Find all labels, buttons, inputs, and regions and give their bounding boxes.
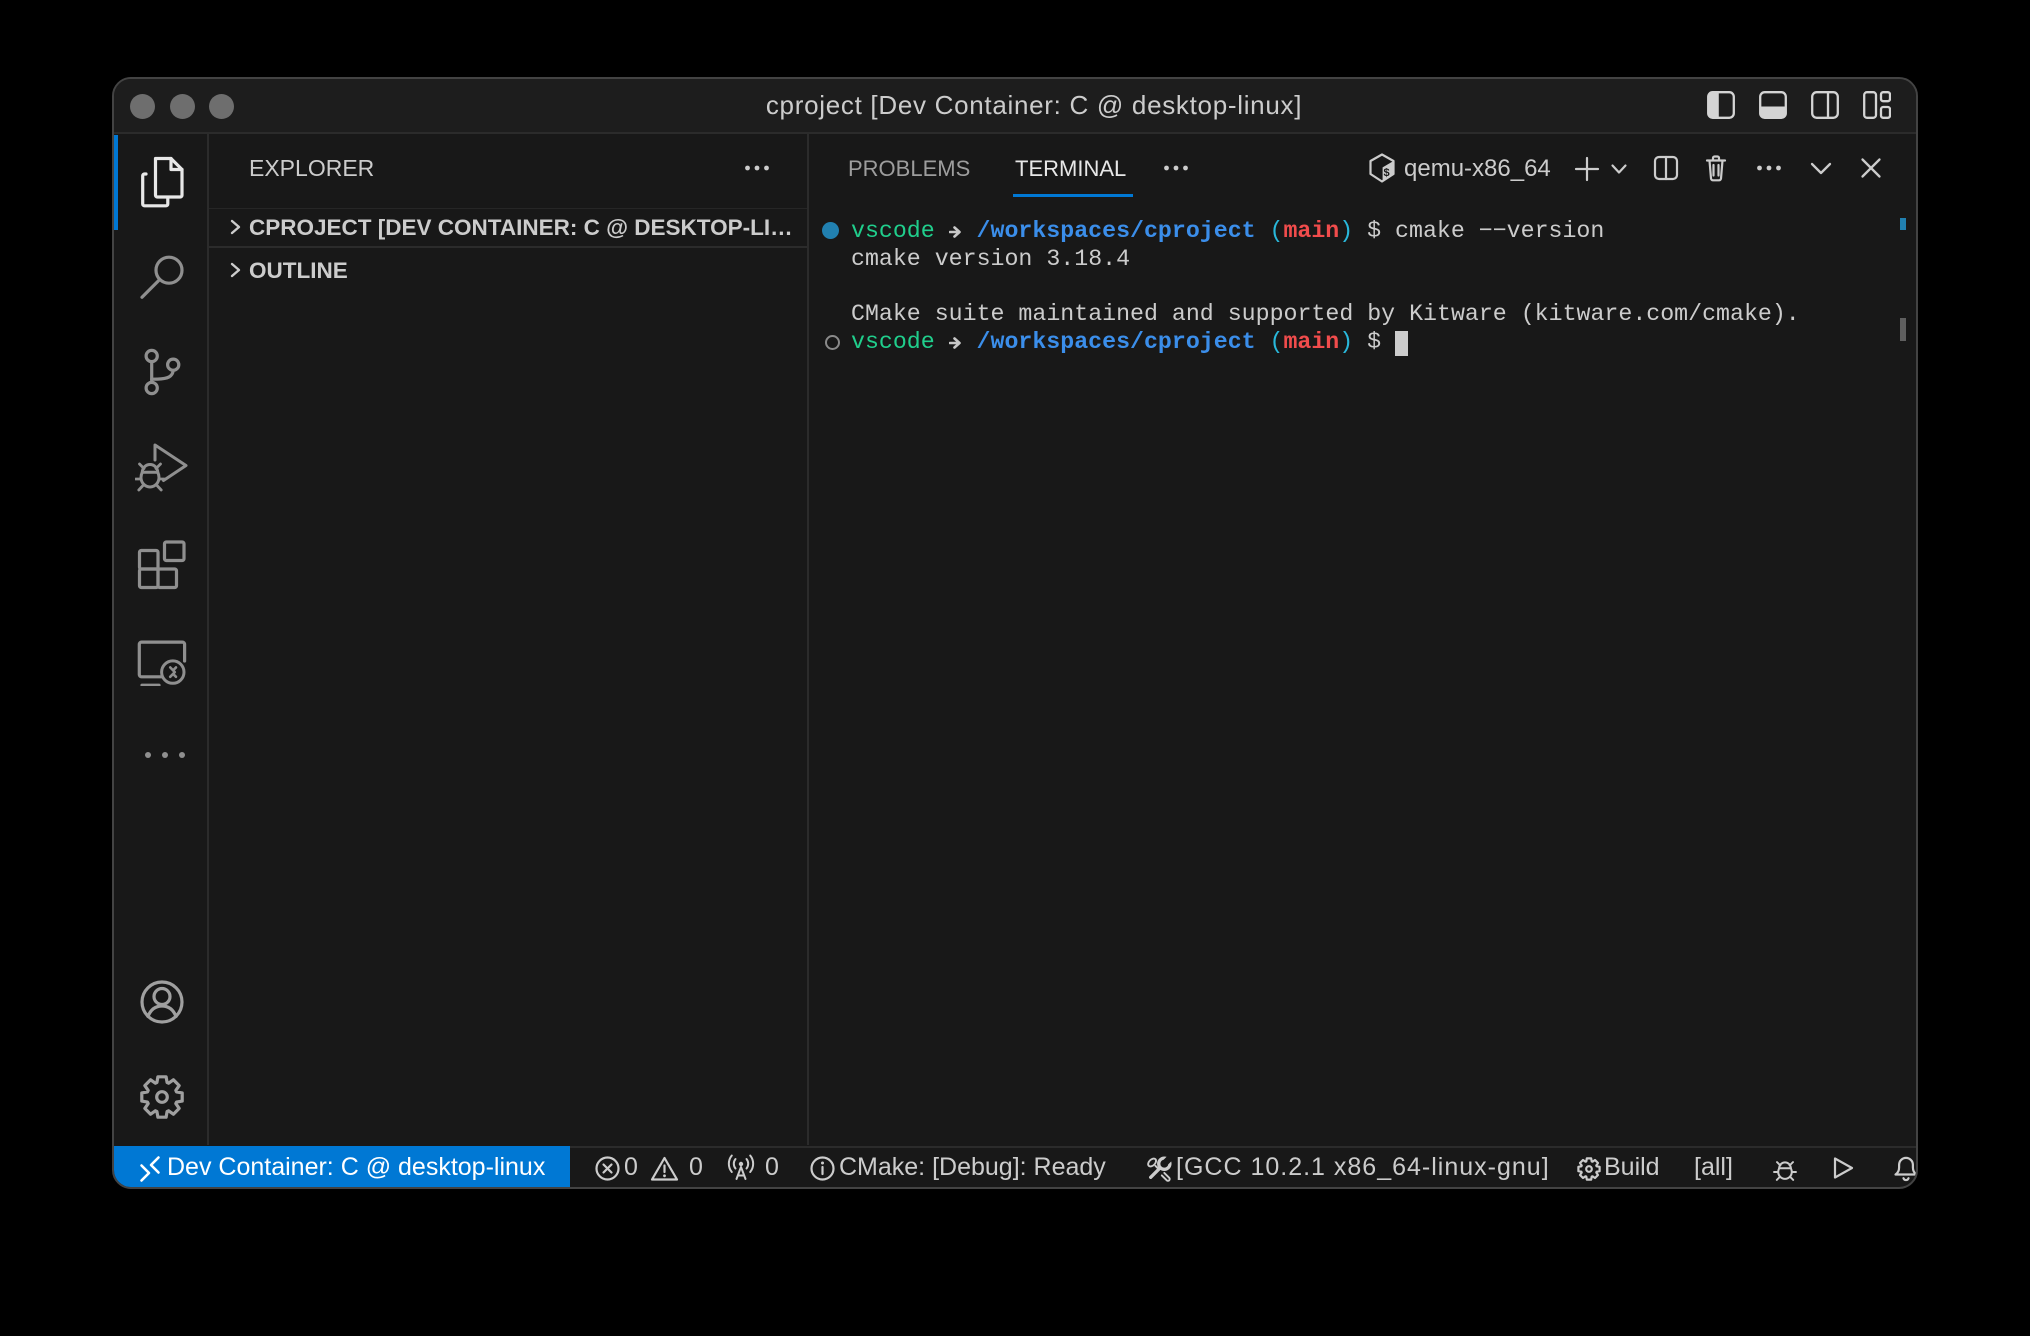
svg-text:$: $	[1384, 167, 1390, 179]
